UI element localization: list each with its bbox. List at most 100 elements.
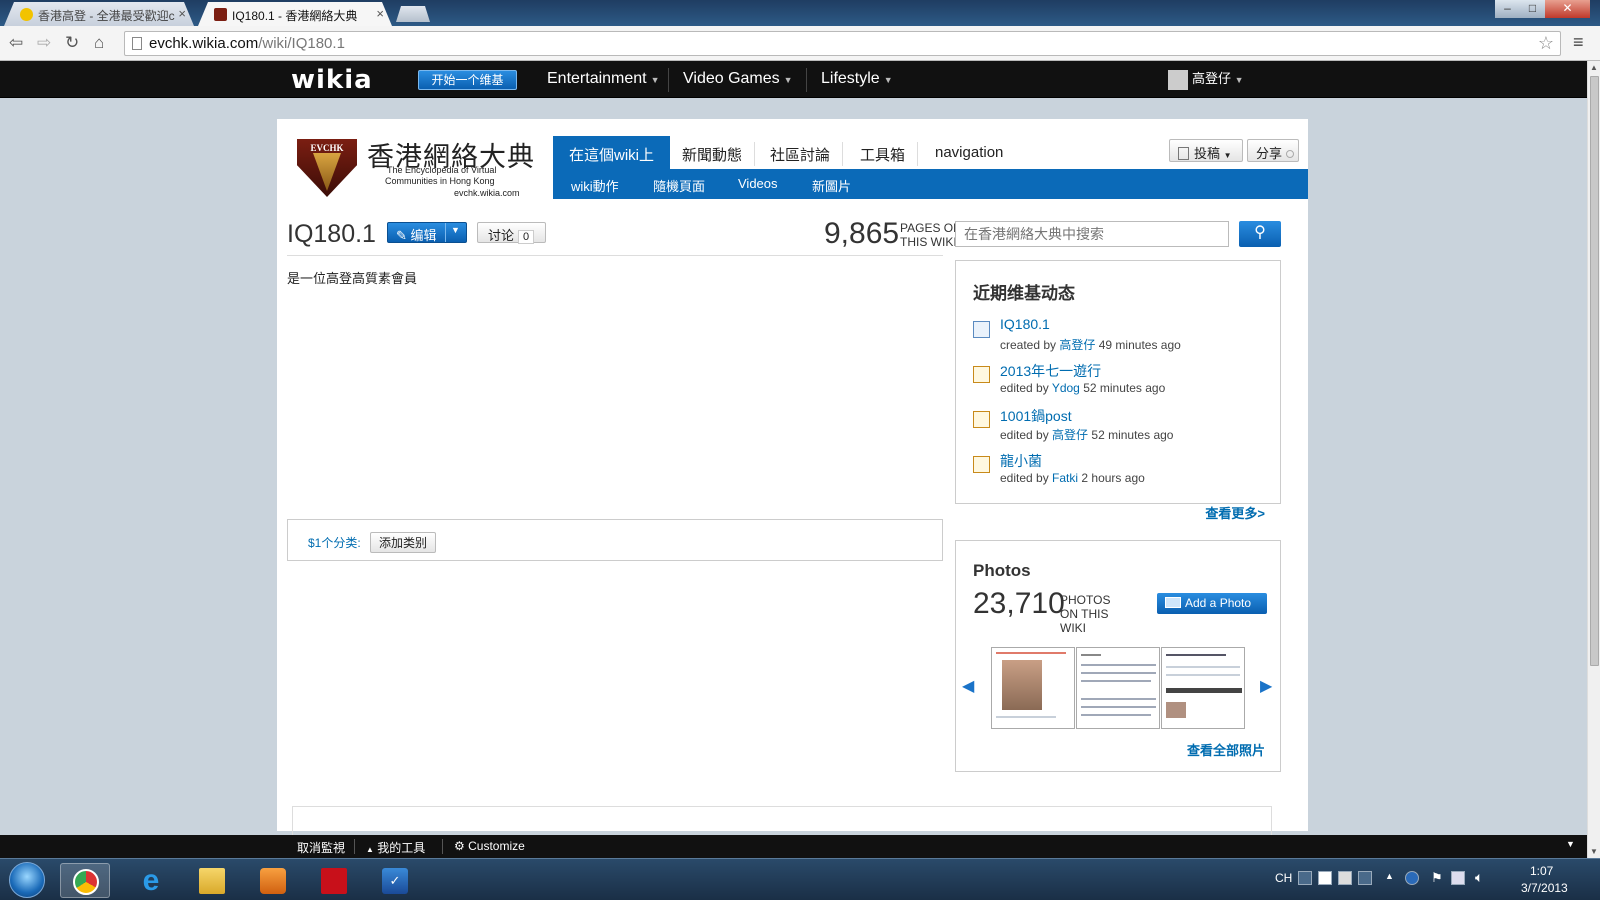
unwatch-button[interactable]: 取消監視 — [297, 839, 345, 856]
browser-tab[interactable]: 香港高登 - 全港最受歡迎c × — [4, 2, 194, 26]
view-all-photos-link[interactable]: 查看全部照片 — [1187, 740, 1265, 759]
activity-user-link[interactable]: 高登仔 — [1059, 338, 1095, 352]
taskbar-media-player[interactable] — [248, 863, 298, 898]
new-tab-button[interactable] — [396, 6, 430, 22]
tab-title: IQ180.1 - 香港網絡大典 — [232, 9, 358, 23]
tab-news[interactable]: 新聞動態 — [666, 136, 758, 169]
photo-thumbnail[interactable] — [991, 647, 1075, 729]
activity-user-link[interactable]: 高登仔 — [1052, 428, 1088, 442]
activity-time: 52 minutes ago — [1091, 428, 1174, 442]
label-line: PAGES ON — [900, 221, 962, 235]
scroll-down-icon[interactable]: ▼ — [1590, 847, 1598, 856]
clock-date[interactable]: 3/7/2013 — [1521, 881, 1568, 895]
carousel-next-icon[interactable]: ▶ — [1260, 676, 1272, 696]
minimize-button[interactable]: – — [1495, 0, 1520, 18]
browser-menu-icon[interactable]: ≡ — [1573, 32, 1584, 53]
taskbar-acrobat[interactable] — [309, 863, 359, 898]
activity-user-link[interactable]: Ydog — [1052, 381, 1080, 395]
site-favicon-icon — [20, 8, 33, 21]
activity-user-link[interactable]: Fatki — [1052, 471, 1078, 485]
category-label[interactable]: $1个分类: — [308, 536, 361, 550]
taskbar-explorer[interactable] — [187, 863, 237, 898]
wiki-logo[interactable]: EVCHK 香港網絡大典 The Encyclopedia of Virtual… — [297, 135, 537, 203]
page-scrollbar[interactable]: ▲ ▼ — [1587, 61, 1600, 858]
maximize-button[interactable]: □ — [1520, 0, 1545, 18]
clock-time[interactable]: 1:07 — [1530, 864, 1553, 878]
divider — [806, 68, 807, 92]
subnav-random-page[interactable]: 隨機頁面 — [653, 176, 705, 195]
tab-navigation[interactable]: navigation — [919, 136, 1019, 169]
taskbar-chrome[interactable] — [60, 863, 110, 898]
customize-button[interactable]: ⚙ Customize — [454, 839, 525, 853]
bookmark-star-icon[interactable]: ☆ — [1538, 33, 1554, 54]
ime-mode-icon[interactable] — [1338, 871, 1352, 885]
chevron-down-icon: ▼ — [1223, 151, 1232, 160]
add-category-button[interactable]: 添加类别 — [370, 532, 437, 553]
thumb-detail — [1166, 702, 1186, 718]
subnav-new-images[interactable]: 新圖片 — [812, 176, 851, 195]
my-tools-button[interactable]: ▲ 我的工具 — [366, 839, 425, 856]
scrollbar-thumb[interactable] — [1590, 76, 1599, 666]
photo-thumbnail[interactable] — [1161, 647, 1245, 729]
subnav-wiki-actions[interactable]: wiki動作 — [571, 176, 619, 195]
forward-icon[interactable]: ⇨ — [37, 33, 51, 53]
see-more-link[interactable]: 查看更多> — [1205, 503, 1265, 522]
scroll-up-icon[interactable]: ▲ — [1590, 63, 1598, 72]
show-hidden-icons[interactable]: ▲ — [1385, 871, 1394, 881]
tab-toolbox[interactable]: 工具箱 — [844, 136, 921, 169]
edit-button[interactable]: ✎ 编辑 ▼ — [387, 222, 467, 243]
network-icon[interactable] — [1451, 871, 1465, 885]
start-wiki-button[interactable]: 开始一个维基 — [418, 70, 517, 90]
hub-label: Lifestyle — [821, 70, 880, 87]
hub-lifestyle[interactable]: Lifestyle ▼ — [821, 70, 893, 88]
chevron-down-icon: ▼ — [650, 75, 660, 85]
add-photo-button[interactable]: Add a Photo — [1157, 593, 1267, 614]
share-button[interactable]: 分享 — [1247, 139, 1299, 162]
user-menu[interactable]: 高登仔 ▼ — [1168, 68, 1244, 90]
contribute-button[interactable]: 投稿 ▼ — [1169, 139, 1243, 162]
address-bar[interactable]: evchk.wikia.com/wiki/IQ180.1 ☆ — [124, 31, 1561, 56]
activity-page-link[interactable]: IQ180.1 — [1000, 316, 1050, 332]
start-button[interactable] — [9, 862, 45, 898]
subnav-videos[interactable]: Videos — [738, 176, 778, 191]
input-language[interactable]: CH — [1275, 871, 1292, 885]
ime-icon[interactable] — [1298, 871, 1312, 885]
activity-meta: edited by Ydog 52 minutes ago — [1000, 381, 1165, 395]
activity-page-link[interactable]: 龍小菌 — [1000, 451, 1042, 471]
edit-icon — [973, 366, 990, 383]
search-input[interactable] — [955, 221, 1229, 247]
tab-on-this-wiki[interactable]: 在這個wiki上 — [553, 136, 670, 169]
activity-page-link[interactable]: 1001鍋post — [1000, 406, 1072, 426]
search-button[interactable]: ⚲ — [1239, 221, 1281, 247]
ime-options-icon[interactable] — [1358, 871, 1372, 885]
chevron-down-icon[interactable]: ▼ — [451, 225, 460, 235]
home-icon[interactable]: ⌂ — [94, 33, 104, 53]
close-window-button[interactable]: ✕ — [1545, 0, 1590, 18]
thumb-detail — [1166, 688, 1242, 693]
close-tab-icon[interactable]: × — [376, 6, 384, 21]
close-tab-icon[interactable]: × — [178, 6, 186, 21]
activity-action: edited by — [1000, 381, 1049, 395]
browser-tab-active[interactable]: IQ180.1 - 香港網絡大典 × — [198, 2, 392, 26]
wikia-logo[interactable]: wikia — [291, 65, 373, 95]
activity-meta: edited by 高登仔 52 minutes ago — [1000, 426, 1173, 443]
font-icon[interactable] — [1318, 871, 1332, 885]
security-icon[interactable] — [1405, 871, 1419, 885]
chevron-down-icon: ▼ — [883, 75, 893, 85]
tab-community[interactable]: 社區討論 — [754, 136, 846, 169]
taskbar-ie[interactable]: e — [126, 863, 176, 898]
talk-button[interactable]: 讨论 0 — [477, 222, 546, 244]
taskbar-app[interactable]: ✓ — [370, 863, 420, 898]
photo-thumbnail[interactable] — [1076, 647, 1160, 729]
volume-icon[interactable]: 🔈︎ — [1475, 869, 1483, 886]
carousel-prev-icon[interactable]: ◀ — [962, 676, 974, 696]
hub-entertainment[interactable]: Entertainment ▼ — [547, 70, 660, 88]
divider — [287, 255, 943, 256]
activity-page-link[interactable]: 2013年七一遊行 — [1000, 361, 1101, 381]
reload-icon[interactable]: ↻ — [65, 33, 79, 53]
collapse-toolbar-icon[interactable]: ▼ — [1566, 839, 1575, 849]
pencil-icon: ✎ — [396, 228, 407, 243]
hub-video-games[interactable]: Video Games ▼ — [683, 70, 793, 88]
back-icon[interactable]: ⇦ — [9, 33, 23, 53]
action-center-flag-icon[interactable]: ⚑ — [1431, 870, 1443, 886]
